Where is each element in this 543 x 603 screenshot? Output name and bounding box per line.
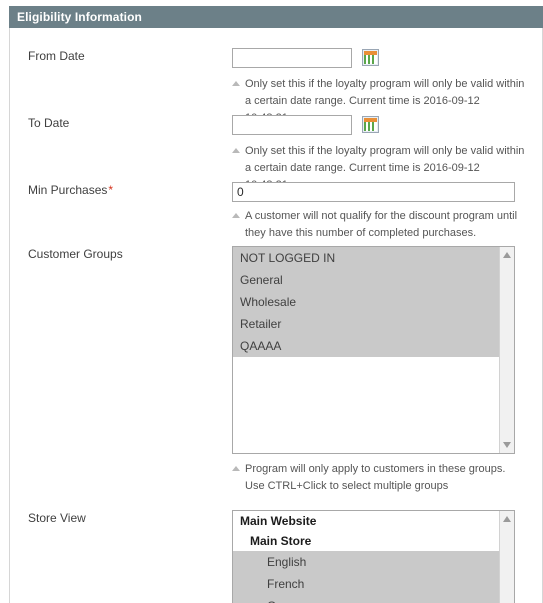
form-panel-body: From Date Only set this if the loyalty p…	[9, 28, 543, 603]
store-view-control: Main WebsiteMain StoreEnglishFrenchGerma…	[232, 510, 515, 603]
to-date-label-text: To Date	[28, 116, 70, 130]
list-option[interactable]: Retailer	[233, 313, 499, 335]
calendar-icon[interactable]	[362, 116, 379, 133]
list-option[interactable]: French	[233, 573, 499, 595]
list-option[interactable]: General	[233, 269, 499, 291]
scroll-up-arrow-icon[interactable]	[503, 252, 511, 258]
customer-groups-hint: Program will only apply to customers in …	[232, 461, 525, 495]
min-purchases-input[interactable]	[232, 182, 515, 202]
min-purchases-hint-text: A customer will not qualify for the disc…	[245, 210, 518, 239]
scroll-up-arrow-icon[interactable]	[503, 516, 511, 522]
to-date-label: To Date	[28, 115, 228, 131]
customer-groups-control: NOT LOGGED IN General Wholesale Retailer QAA…	[232, 246, 525, 495]
list-option[interactable]: Main Store	[233, 531, 499, 551]
to-date-input[interactable]	[232, 115, 352, 135]
calendar-icon-grid	[364, 122, 377, 131]
from-date-label: From Date	[28, 48, 228, 64]
list-option[interactable]: German	[233, 595, 499, 603]
from-date-input[interactable]	[232, 48, 352, 68]
customer-groups-label: Customer Groups	[28, 246, 228, 262]
store-view-listbox[interactable]: Main WebsiteMain StoreEnglishFrenchGerma…	[232, 510, 515, 603]
from-date-label-text: From Date	[28, 49, 85, 63]
eligibility-information-form: Eligibility Information From Date Only s…	[0, 0, 543, 603]
list-option[interactable]: Wholesale	[233, 291, 499, 313]
customer-groups-listbox[interactable]: NOT LOGGED IN General Wholesale Retailer QAA…	[232, 246, 515, 454]
list-option[interactable]: NOT LOGGED IN	[233, 247, 499, 269]
customer-groups-scrollbar[interactable]	[499, 247, 514, 453]
calendar-icon[interactable]	[362, 49, 379, 66]
store-view-label-text: Store View	[28, 511, 86, 525]
hint-triangle-icon	[232, 213, 240, 218]
hint-triangle-icon	[232, 81, 240, 86]
store-view-options[interactable]: Main WebsiteMain StoreEnglishFrenchGerma…	[233, 511, 499, 603]
hint-triangle-icon	[232, 466, 240, 471]
list-option[interactable]: English	[233, 551, 499, 573]
min-purchases-label-text: Min Purchases	[28, 183, 108, 197]
min-purchases-label: Min Purchases*	[28, 182, 228, 198]
min-purchases-control: A customer will not qualify for the disc…	[232, 182, 525, 242]
scroll-down-arrow-icon[interactable]	[503, 442, 511, 448]
list-option[interactable]: Main Website	[233, 511, 499, 531]
store-view-scrollbar[interactable]	[499, 511, 514, 603]
list-option[interactable]: QAAAA	[233, 335, 499, 357]
store-view-label: Store View	[28, 510, 228, 526]
customer-groups-hint-text: Program will only apply to customers in …	[245, 463, 506, 492]
calendar-icon-grid	[364, 55, 377, 64]
customer-groups-label-text: Customer Groups	[28, 247, 123, 261]
section-header-eligibility-information: Eligibility Information	[9, 6, 543, 28]
hint-triangle-icon	[232, 148, 240, 153]
min-purchases-hint: A customer will not qualify for the disc…	[232, 208, 525, 242]
customer-groups-options[interactable]: NOT LOGGED IN General Wholesale Retailer QAA…	[233, 247, 499, 453]
required-marker: *	[108, 183, 114, 197]
